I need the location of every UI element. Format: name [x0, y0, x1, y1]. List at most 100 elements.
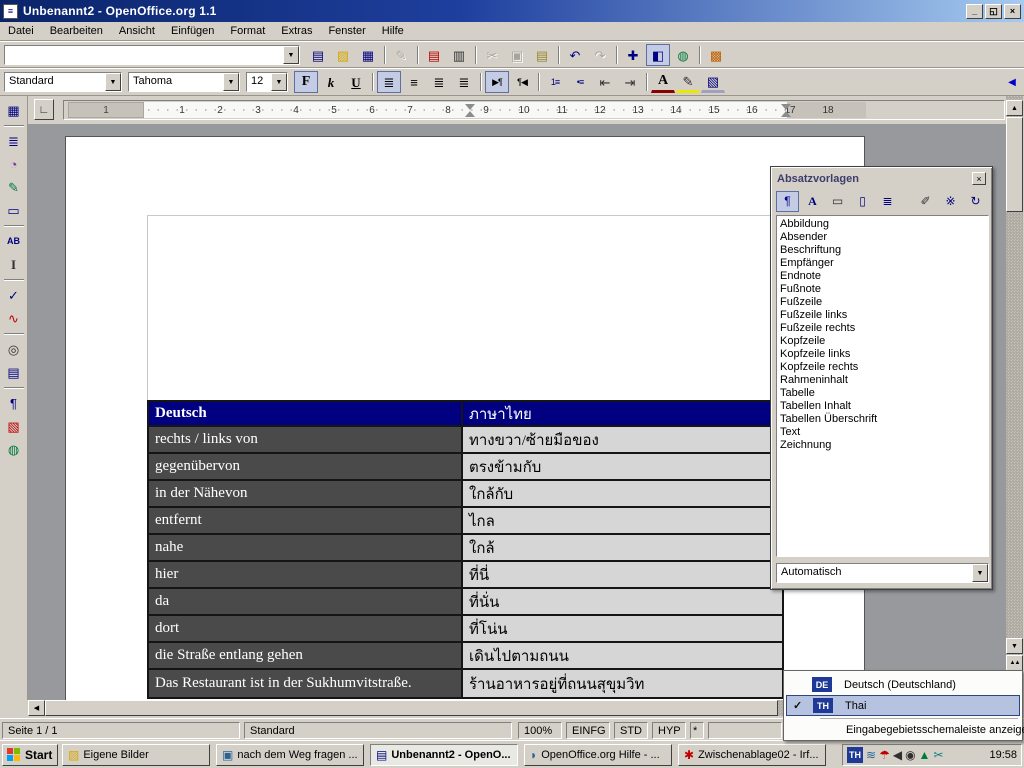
chevron-down-icon[interactable]: ▼	[223, 73, 239, 91]
new-document-button[interactable]: ▤	[306, 44, 330, 66]
style-list-item[interactable]: Fußzeile rechts	[777, 322, 988, 335]
style-list-item[interactable]: Tabellen Überschrift	[777, 413, 988, 426]
table-cell-th[interactable]: ไกล	[463, 508, 782, 533]
menu-item[interactable]: Datei	[0, 23, 42, 39]
numbered-list-button[interactable]: 1≡	[543, 71, 567, 93]
align-right-button[interactable]: ≣	[427, 71, 451, 93]
bullet-list-button[interactable]: •≡	[568, 71, 592, 93]
table-cell-de[interactable]: Das Restaurant ist in der Sukhumvitstraß…	[149, 670, 463, 697]
page-styles-button[interactable]: ▯	[851, 191, 874, 212]
style-list-item[interactable]: Fußzeile	[777, 296, 988, 309]
scroll-up-button[interactable]: ▲	[1006, 100, 1023, 116]
toolbar-button[interactable]	[613, 44, 620, 66]
minimize-button[interactable]: _	[966, 4, 983, 19]
data-sources-button[interactable]: ▤	[1, 361, 27, 383]
taskbar-weg-fragen[interactable]: ▣ nach dem Weg fragen ...	[216, 744, 364, 766]
table-cell-de[interactable]: nahe	[149, 535, 463, 560]
vertical-scrollbar-thumb[interactable]	[1006, 117, 1023, 212]
menu-item-thai[interactable]: ✓ TH Thai	[786, 695, 1020, 716]
table-cell-th[interactable]: ร้านอาหารอยู่ที่ถนนสุขุมวิท	[463, 670, 782, 697]
style-list-item[interactable]: Kopfzeile links	[777, 348, 988, 361]
table-cell-de[interactable]: in der Nähevon	[149, 481, 463, 506]
toolbar-button[interactable]	[1, 330, 27, 337]
style-list-item[interactable]: Text	[777, 426, 988, 439]
url-input[interactable]	[5, 46, 283, 64]
rtl-button[interactable]: ¶◀	[510, 71, 534, 93]
format-button[interactable]	[477, 71, 484, 93]
menu-item[interactable]: Hilfe	[374, 23, 412, 39]
update-icon[interactable]: ▲	[919, 749, 931, 761]
volume-icon[interactable]: ◀	[893, 749, 902, 761]
menu-item-show-language-bar[interactable]: Eingabegebietsschemaleiste anzeigen	[784, 721, 1022, 740]
format-button[interactable]	[643, 71, 650, 93]
gallery-button[interactable]: ▩	[704, 44, 728, 66]
menu-item[interactable]: Fenster	[320, 23, 373, 39]
table-cell-de[interactable]: da	[149, 589, 463, 614]
table-cell-th[interactable]: ใกล้กับ	[463, 481, 782, 506]
restore-button[interactable]: ◱	[985, 4, 1002, 19]
format-button[interactable]	[535, 71, 542, 93]
align-left-button[interactable]: ≣	[377, 71, 401, 93]
stylist-button[interactable]: ◧	[646, 44, 670, 66]
table-cell-th[interactable]: ตรงข้ามกับ	[463, 454, 782, 479]
mouse-settings-icon[interactable]: ◉	[905, 749, 915, 761]
style-list-item[interactable]: Rahmeninhalt	[777, 374, 988, 387]
table-cell-de[interactable]: hier	[149, 562, 463, 587]
style-filter-combobox[interactable]: Automatisch ▼	[776, 563, 989, 583]
scroll-down-button[interactable]: ▼	[1006, 638, 1023, 654]
style-list-item[interactable]: Abbildung	[777, 218, 988, 231]
bold-button[interactable]: F	[294, 71, 318, 93]
autospellcheck-button[interactable]: ∿	[1, 307, 27, 329]
font-size-combobox[interactable]: 12 ▼	[246, 72, 288, 92]
open-button[interactable]: ▨	[331, 44, 355, 66]
stylist-close-button[interactable]: ×	[972, 172, 986, 185]
style-list-item[interactable]: Fußnote	[777, 283, 988, 296]
hyperlink-button[interactable]: ◍	[671, 44, 695, 66]
taskbar-unbenannt2[interactable]: ▤ Unbenannt2 - OpenO...	[370, 744, 518, 766]
autotext-button[interactable]: AB	[1, 230, 27, 252]
toolbar-button[interactable]	[381, 44, 388, 66]
toolbar-button[interactable]	[1, 384, 27, 391]
font-name-value[interactable]: Tahoma	[129, 73, 223, 91]
paragraph-style-value[interactable]: Standard	[5, 73, 105, 91]
menu-item[interactable]: Extras	[273, 23, 320, 39]
italic-button[interactable]: k	[319, 71, 343, 93]
insert-form-button[interactable]: ▭	[1, 199, 27, 221]
table-cell-th[interactable]: ที่นี่	[463, 562, 782, 587]
direct-cursor-button[interactable]: I	[1, 253, 27, 275]
align-justify-button[interactable]: ≣	[452, 71, 476, 93]
draw-functions-button[interactable]: ✎	[1, 176, 27, 198]
style-list-item[interactable]: Beschriftung	[777, 244, 988, 257]
table-cell-de[interactable]: rechts / links von	[149, 427, 463, 452]
style-list-item[interactable]: Absender	[777, 231, 988, 244]
taskbar-zwischenablage[interactable]: ✱ Zwischenablage02 - Irf...	[678, 744, 826, 766]
status-insert-mode[interactable]: EINFG	[566, 722, 610, 739]
align-center-button[interactable]: ≡	[402, 71, 426, 93]
antivirus-icon[interactable]: ☂	[879, 749, 890, 761]
pen-tablet-icon[interactable]: ✂	[933, 749, 943, 761]
menu-item[interactable]: Format	[222, 23, 273, 39]
table-cell-th[interactable]: ที่นั่น	[463, 589, 782, 614]
save-button[interactable]: ▦	[356, 44, 380, 66]
style-list-item[interactable]: Empfänger	[777, 257, 988, 270]
toolbar-button[interactable]	[414, 44, 421, 66]
start-button[interactable]: Start	[2, 744, 58, 766]
menu-item-deutsch[interactable]: DE Deutsch (Deutschland)	[786, 674, 1020, 695]
update-style-button[interactable]: ↻	[964, 191, 987, 212]
url-combobox[interactable]: ▼	[4, 45, 300, 65]
font-size-value[interactable]: 12	[247, 73, 271, 91]
new-style-from-selection-button[interactable]: ※	[939, 191, 962, 212]
paragraph-styles-button[interactable]: ¶	[776, 191, 799, 212]
table-cell-th[interactable]: เดินไปตามถนน	[463, 643, 782, 668]
ltr-button[interactable]: ▶¶	[485, 71, 509, 93]
toolbar-button[interactable]	[1, 122, 27, 129]
find-button[interactable]: ◎	[1, 338, 27, 360]
table-cell-th[interactable]: ใกล้	[463, 535, 782, 560]
style-filter-value[interactable]: Automatisch	[777, 564, 972, 582]
font-name-combobox[interactable]: Tahoma ▼	[128, 72, 240, 92]
chevron-down-icon[interactable]: ▼	[972, 564, 988, 582]
style-list-item[interactable]: Kopfzeile rechts	[777, 361, 988, 374]
graphics-toggle-button[interactable]: ▧	[1, 415, 27, 437]
style-list-item[interactable]: Zeichnung	[777, 439, 988, 452]
increase-indent-button[interactable]: ⇥	[618, 71, 642, 93]
